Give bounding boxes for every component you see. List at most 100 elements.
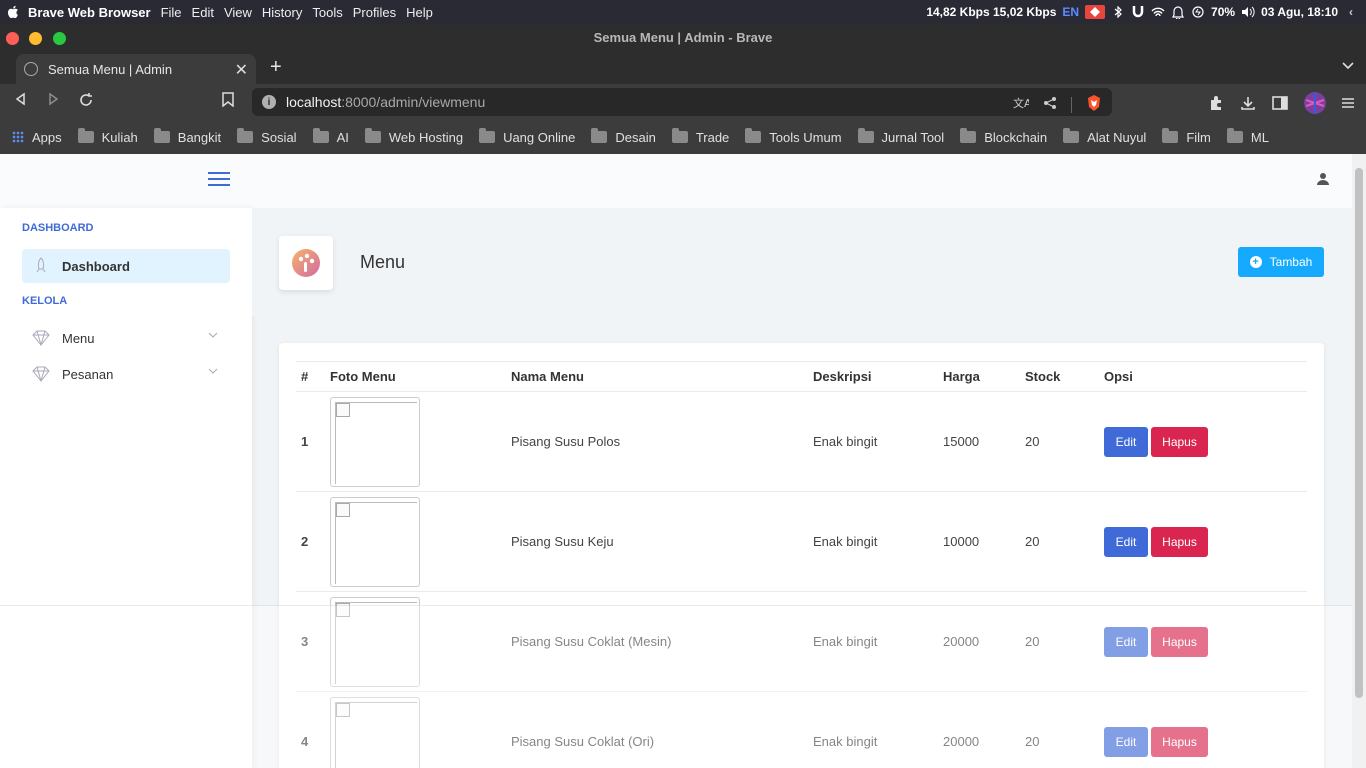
- system-menu-bar: Brave Web Browser File Edit View History…: [0, 0, 1366, 24]
- bookmark-folder[interactable]: Alat Nuyul: [1063, 128, 1147, 145]
- bookmark-folder[interactable]: Film: [1162, 128, 1211, 145]
- bookmark-folder[interactable]: Trade: [671, 128, 730, 145]
- bookmark-label: Sosial: [261, 129, 297, 145]
- reload-button[interactable]: [78, 92, 94, 113]
- bookmark-folder[interactable]: Kuliah: [77, 128, 138, 145]
- page-title: Menu: [360, 252, 406, 272]
- apple-icon[interactable]: [6, 5, 20, 19]
- folder-icon: [312, 128, 329, 143]
- app-header: [0, 154, 1352, 208]
- site-info-icon[interactable]: i: [262, 95, 276, 109]
- input-language[interactable]: EN: [1062, 5, 1079, 19]
- column-header: Foto Menu: [325, 361, 506, 392]
- browser-menu-icon[interactable]: [1342, 97, 1354, 112]
- folder-icon: [237, 128, 254, 143]
- sidebar-item-label: Menu: [62, 330, 95, 346]
- tab-active[interactable]: Semua Menu | Admin ✕: [16, 54, 256, 84]
- close-tab-icon[interactable]: ✕: [235, 60, 248, 80]
- bookmark-folder[interactable]: Bangkit: [153, 128, 222, 145]
- bookmark-folder[interactable]: AI: [312, 128, 349, 145]
- forward-button[interactable]: [46, 92, 60, 111]
- extensions-icon[interactable]: [1208, 95, 1224, 114]
- bookmark-apps[interactable]: Apps: [12, 130, 62, 145]
- menu-file[interactable]: File: [161, 5, 182, 20]
- folder-icon: [591, 128, 608, 143]
- bookmark-folder[interactable]: Web Hosting: [364, 128, 464, 145]
- menu-history[interactable]: History: [262, 5, 302, 20]
- page-title-icon: [279, 236, 333, 290]
- bookmark-icon[interactable]: [222, 92, 234, 112]
- bookmark-folder[interactable]: Jurnal Tool: [857, 128, 945, 145]
- tab-title: Semua Menu | Admin: [48, 61, 173, 77]
- bookmark-label: ML: [1250, 129, 1269, 145]
- anydesk-icon[interactable]: [1085, 5, 1106, 19]
- menu-tools[interactable]: Tools: [312, 5, 342, 20]
- bookmark-folder[interactable]: Blockchain: [960, 128, 1047, 145]
- folder-icon: [671, 128, 688, 143]
- scrollbar-thumb[interactable]: [1355, 168, 1363, 698]
- bluetooth-icon[interactable]: [1111, 5, 1125, 19]
- battery-icon[interactable]: [1191, 5, 1205, 19]
- menu-profiles[interactable]: Profiles: [353, 5, 396, 20]
- user-icon[interactable]: [1316, 172, 1330, 186]
- sidebar-item-dashboard[interactable]: Dashboard: [22, 249, 230, 283]
- actions-cell: Edit Hapus: [1099, 491, 1307, 592]
- delete-button[interactable]: Hapus: [1151, 426, 1208, 457]
- chevron-left-icon[interactable]: ‹: [1344, 5, 1358, 19]
- add-menu-button[interactable]: + Tambah: [1238, 247, 1324, 277]
- bookmark-label: Trade: [695, 129, 730, 145]
- tab-list-chevron-icon[interactable]: [1342, 58, 1354, 73]
- folder-icon: [960, 128, 977, 143]
- bookmark-label: Web Hosting: [388, 129, 464, 145]
- magnet-icon[interactable]: [1131, 5, 1145, 19]
- notification-bell-icon[interactable]: [1171, 5, 1185, 19]
- translate-icon[interactable]: 文A: [1013, 96, 1032, 113]
- edit-button[interactable]: Edit: [1104, 426, 1148, 457]
- menu-name: Pisang Susu Keju: [506, 491, 808, 592]
- back-button[interactable]: [14, 92, 28, 111]
- share-icon[interactable]: [1043, 96, 1057, 113]
- download-icon[interactable]: [1240, 95, 1256, 114]
- broken-image-icon: [330, 396, 420, 487]
- table-header-row: # Foto Menu Nama Menu Deskripsi Harga St…: [296, 361, 1307, 392]
- delete-button[interactable]: Hapus: [1151, 526, 1208, 557]
- bookmark-folder[interactable]: Desain: [591, 128, 656, 145]
- new-tab-button[interactable]: +: [270, 56, 282, 79]
- clock[interactable]: 03 Agu, 18:10: [1261, 5, 1338, 19]
- apps-grid-icon: [12, 131, 24, 143]
- chevron-down-icon: [208, 332, 218, 338]
- bookmark-folder[interactable]: Sosial: [237, 128, 297, 145]
- bookmark-label: Alat Nuyul: [1087, 129, 1147, 145]
- menu-view[interactable]: View: [224, 5, 252, 20]
- app-name[interactable]: Brave Web Browser: [28, 5, 151, 20]
- hamburger-menu-icon[interactable]: [208, 172, 230, 188]
- bookmark-folder[interactable]: Uang Online: [479, 128, 575, 145]
- bookmark-label: Kuliah: [101, 129, 138, 145]
- minimize-window-button[interactable]: [29, 32, 42, 45]
- folder-icon: [364, 128, 381, 143]
- bookmark-folder[interactable]: Tools Umum: [745, 128, 842, 145]
- volume-icon[interactable]: [1241, 5, 1255, 19]
- bookmark-label: Jurnal Tool: [881, 129, 945, 145]
- edit-button[interactable]: Edit: [1104, 526, 1148, 557]
- photo-cell: [325, 391, 506, 492]
- close-window-button[interactable]: [6, 32, 19, 45]
- column-header: Deskripsi: [808, 361, 938, 392]
- sidebar-toggle-icon[interactable]: [1272, 96, 1288, 113]
- maximize-window-button[interactable]: [53, 32, 66, 45]
- bookmark-label: Bangkit: [177, 129, 222, 145]
- menu-description: Enak bingit: [808, 491, 938, 592]
- menu-edit[interactable]: Edit: [192, 5, 214, 20]
- bookmark-folder[interactable]: ML: [1226, 128, 1269, 145]
- folder-icon: [1226, 128, 1243, 143]
- sidebar-item-pesanan[interactable]: Pesanan: [22, 357, 230, 391]
- wifi-icon[interactable]: [1151, 5, 1165, 19]
- sidebar-item-menu[interactable]: Menu: [22, 321, 230, 355]
- address-bar[interactable]: i localhost:8000/admin/viewmenu 文A: [252, 88, 1112, 116]
- menu-help[interactable]: Help: [406, 5, 433, 20]
- brave-shields-icon[interactable]: [1086, 94, 1102, 115]
- screen-overlay: [0, 605, 1352, 768]
- navigation-bar: i localhost:8000/admin/viewmenu 文A: [0, 84, 1366, 120]
- profile-avatar[interactable]: [1304, 92, 1326, 117]
- broken-image-icon: [330, 496, 420, 587]
